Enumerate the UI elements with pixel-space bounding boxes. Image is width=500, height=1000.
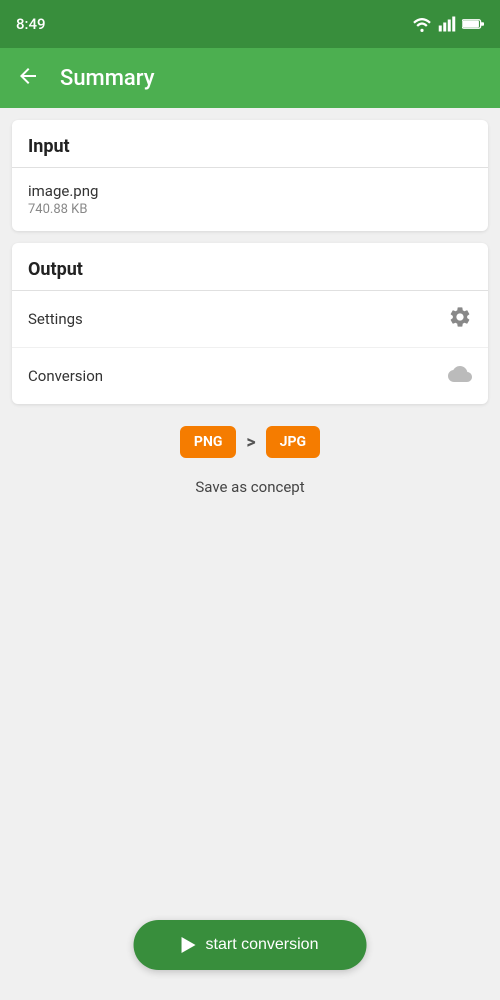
- settings-icon: [448, 305, 472, 333]
- to-format-badge: JPG: [266, 426, 320, 458]
- status-icons: [412, 16, 484, 32]
- input-file-info: image.png 740.88 KB: [12, 168, 488, 231]
- save-concept-button[interactable]: Save as concept: [12, 478, 488, 496]
- output-card: Output Settings Conversion: [12, 243, 488, 404]
- input-filesize: 740.88 KB: [28, 202, 472, 217]
- input-card-header: Input: [12, 120, 488, 168]
- signal-icon: [438, 16, 456, 32]
- start-conversion-button[interactable]: start conversion: [134, 920, 367, 970]
- start-button-container: start conversion: [134, 920, 367, 970]
- input-header-text: Input: [28, 136, 70, 157]
- settings-row[interactable]: Settings: [12, 291, 488, 348]
- input-card: Input image.png 740.88 KB: [12, 120, 488, 231]
- main-content: Input image.png 740.88 KB Output Setting…: [0, 108, 500, 1000]
- page-title: Summary: [60, 66, 155, 91]
- output-card-header: Output: [12, 243, 488, 291]
- cloud-icon: [448, 362, 472, 390]
- save-concept-label: Save as concept: [195, 478, 304, 496]
- conversion-indicator: PNG > JPG: [12, 426, 488, 458]
- input-filename: image.png: [28, 182, 472, 200]
- settings-label: Settings: [28, 310, 83, 328]
- conversion-label: Conversion: [28, 367, 103, 385]
- output-header-text: Output: [28, 259, 83, 280]
- battery-icon: [462, 17, 484, 31]
- arrow-icon: >: [246, 432, 255, 453]
- back-button[interactable]: [16, 64, 40, 92]
- app-bar: Summary: [0, 48, 500, 108]
- status-bar: 8:49: [0, 0, 500, 48]
- wifi-icon: [412, 16, 432, 32]
- start-button-label: start conversion: [206, 936, 319, 954]
- play-icon: [182, 937, 196, 953]
- conversion-row[interactable]: Conversion: [12, 348, 488, 404]
- status-time: 8:49: [16, 15, 46, 33]
- from-format-badge: PNG: [180, 426, 236, 458]
